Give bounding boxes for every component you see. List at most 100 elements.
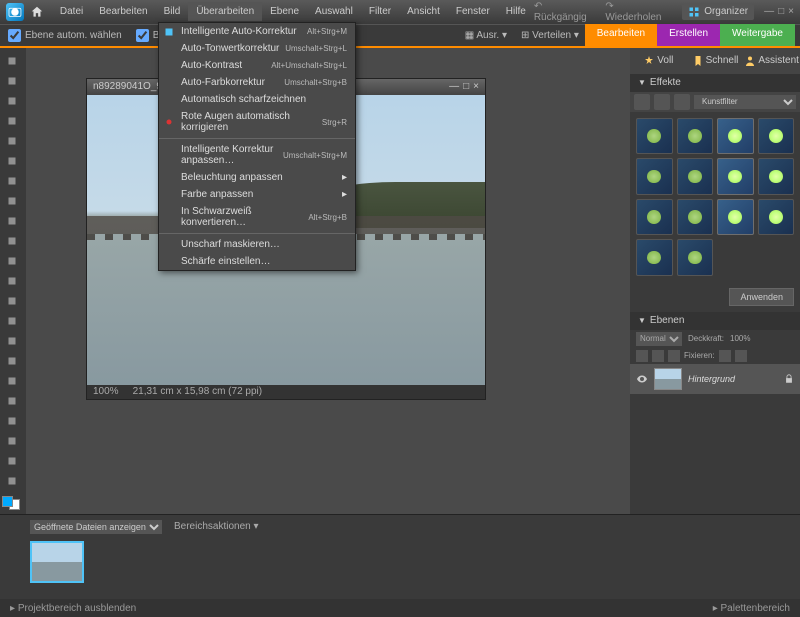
toggle-project-bin[interactable]: Projektbereich ausblenden: [18, 603, 136, 614]
undo-button[interactable]: ↶ Rückgängig: [534, 1, 598, 23]
blend-mode-select[interactable]: Normal: [636, 332, 682, 346]
distribute-control[interactable]: ⊞ Verteilen ▾: [521, 30, 579, 41]
maximize-icon[interactable]: □: [778, 6, 784, 17]
menu-hilfe[interactable]: Hilfe: [498, 2, 534, 21]
lock-all-icon[interactable]: [735, 350, 747, 362]
tab-share[interactable]: Weitergabe: [720, 24, 795, 46]
menu-filter[interactable]: Filter: [361, 2, 399, 21]
effect-thumbnail[interactable]: [758, 199, 795, 236]
move-tool[interactable]: [2, 52, 22, 70]
effect-thumbnail[interactable]: [717, 158, 754, 195]
zoom-tool[interactable]: [2, 72, 22, 90]
eraser-tool[interactable]: [2, 392, 22, 410]
menu-ansicht[interactable]: Ansicht: [399, 2, 448, 21]
organizer-button[interactable]: Organizer: [682, 4, 754, 20]
effect-thumbnail[interactable]: [677, 239, 714, 276]
auto-select-checkbox[interactable]: Ebene autom. wählen: [8, 29, 122, 42]
doc-minimize-icon[interactable]: —: [449, 81, 459, 92]
eyedrop-tool[interactable]: [2, 112, 22, 130]
heal-tool[interactable]: [2, 292, 22, 310]
redo-button[interactable]: ↷ Wiederholen: [605, 1, 672, 23]
lock-transparency-icon[interactable]: [719, 350, 731, 362]
fx-photo-icon[interactable]: [674, 94, 690, 110]
doc-maximize-icon[interactable]: □: [463, 81, 469, 92]
apply-button[interactable]: Anwenden: [729, 288, 794, 306]
close-icon[interactable]: ×: [788, 6, 794, 17]
layers-panel-header[interactable]: ▼Ebenen: [630, 312, 800, 330]
bin-actions[interactable]: Bereichsaktionen ▾: [174, 521, 259, 532]
type-tool[interactable]: [2, 212, 22, 230]
redeye-tool[interactable]: [2, 272, 22, 290]
menu-bearbeiten[interactable]: Bearbeiten: [91, 2, 155, 21]
effect-thumbnail[interactable]: [636, 199, 673, 236]
select-tool[interactable]: [2, 192, 22, 210]
layer-fx-icon[interactable]: [652, 350, 664, 362]
tab-create[interactable]: Erstellen: [657, 24, 720, 46]
menu-auswahl[interactable]: Auswahl: [307, 2, 361, 21]
project-thumbnail[interactable]: [30, 541, 84, 583]
menu-überarbeiten[interactable]: Überarbeiten: [188, 2, 262, 21]
blur-tool[interactable]: [2, 332, 22, 350]
menu-item[interactable]: Auto-FarbkorrekturUmschalt+Strg+B: [159, 74, 355, 91]
tab-edit[interactable]: Bearbeiten: [585, 24, 657, 46]
zoom-level[interactable]: 100%: [93, 386, 119, 397]
sharpen-tool[interactable]: [2, 472, 22, 490]
layer-background[interactable]: Hintergrund: [630, 364, 800, 394]
clone-tool[interactable]: [2, 312, 22, 330]
effect-thumbnail[interactable]: [717, 118, 754, 155]
menu-datei[interactable]: Datei: [52, 2, 91, 21]
opacity-value[interactable]: 100%: [730, 334, 750, 343]
menu-ebene[interactable]: Ebene: [262, 2, 307, 21]
view-full[interactable]: Voll: [630, 48, 687, 74]
effects-panel-header[interactable]: ▼Effekte: [630, 74, 800, 92]
align-control[interactable]: ▦ Ausr. ▾: [465, 30, 507, 41]
menu-item[interactable]: Auto-KontrastAlt+Umschalt+Strg+L: [159, 57, 355, 74]
layer-link-icon[interactable]: [636, 350, 648, 362]
marquee-tool[interactable]: [2, 132, 22, 150]
open-files-select[interactable]: Geöffnete Dateien anzeigen: [30, 520, 162, 534]
bucket-tool[interactable]: [2, 412, 22, 430]
brush-tool[interactable]: [2, 372, 22, 390]
effect-thumbnail[interactable]: [636, 239, 673, 276]
effect-thumbnail[interactable]: [677, 158, 714, 195]
app-logo-icon[interactable]: [6, 3, 24, 21]
menu-item[interactable]: Rote Augen automatisch korrigierenStrg+R: [159, 108, 355, 136]
effect-thumbnail[interactable]: [636, 118, 673, 155]
toggle-palettes[interactable]: Palettenbereich: [721, 603, 791, 614]
gradient-tool[interactable]: [2, 432, 22, 450]
menu-item[interactable]: Intelligente Korrektur anpassen…Umschalt…: [159, 141, 355, 169]
crop-tool[interactable]: [2, 232, 22, 250]
menu-item[interactable]: Automatisch scharfzeichnen: [159, 91, 355, 108]
visibility-icon[interactable]: [636, 373, 648, 385]
menu-item[interactable]: Beleuchtung anpassen▸: [159, 169, 355, 186]
menu-item[interactable]: Schärfe einstellen…: [159, 253, 355, 270]
shape-tool[interactable]: [2, 452, 22, 470]
menu-item[interactable]: Auto-TonwertkorrekturUmschalt+Strg+L: [159, 40, 355, 57]
fx-style-icon[interactable]: [654, 94, 670, 110]
home-icon[interactable]: [30, 5, 44, 19]
minimize-icon[interactable]: —: [764, 6, 774, 17]
hand-tool[interactable]: [2, 92, 22, 110]
sponge-tool[interactable]: [2, 352, 22, 370]
cookie-tool[interactable]: [2, 252, 22, 270]
menu-item[interactable]: Farbe anpassen▸: [159, 186, 355, 203]
color-swatches[interactable]: [2, 496, 20, 510]
doc-close-icon[interactable]: ×: [473, 81, 479, 92]
menu-item[interactable]: In Schwarzweiß konvertieren…Alt+Strg+B: [159, 203, 355, 231]
effects-category-select[interactable]: Kunstfilter: [694, 95, 796, 109]
menu-item[interactable]: Intelligente Auto-KorrekturAlt+Strg+M: [159, 23, 355, 40]
effect-thumbnail[interactable]: [758, 158, 795, 195]
layer-mask-icon[interactable]: [668, 350, 680, 362]
wand-tool[interactable]: [2, 172, 22, 190]
effect-thumbnail[interactable]: [677, 118, 714, 155]
effect-thumbnail[interactable]: [677, 199, 714, 236]
effect-thumbnail[interactable]: [717, 199, 754, 236]
menu-fenster[interactable]: Fenster: [448, 2, 498, 21]
effect-thumbnail[interactable]: [758, 118, 795, 155]
fx-filter-icon[interactable]: [634, 94, 650, 110]
view-assist[interactable]: Assistent: [743, 48, 800, 74]
view-quick[interactable]: Schnell: [687, 48, 744, 74]
effect-thumbnail[interactable]: [636, 158, 673, 195]
lasso-tool[interactable]: [2, 152, 22, 170]
menu-item[interactable]: Unscharf maskieren…: [159, 236, 355, 253]
